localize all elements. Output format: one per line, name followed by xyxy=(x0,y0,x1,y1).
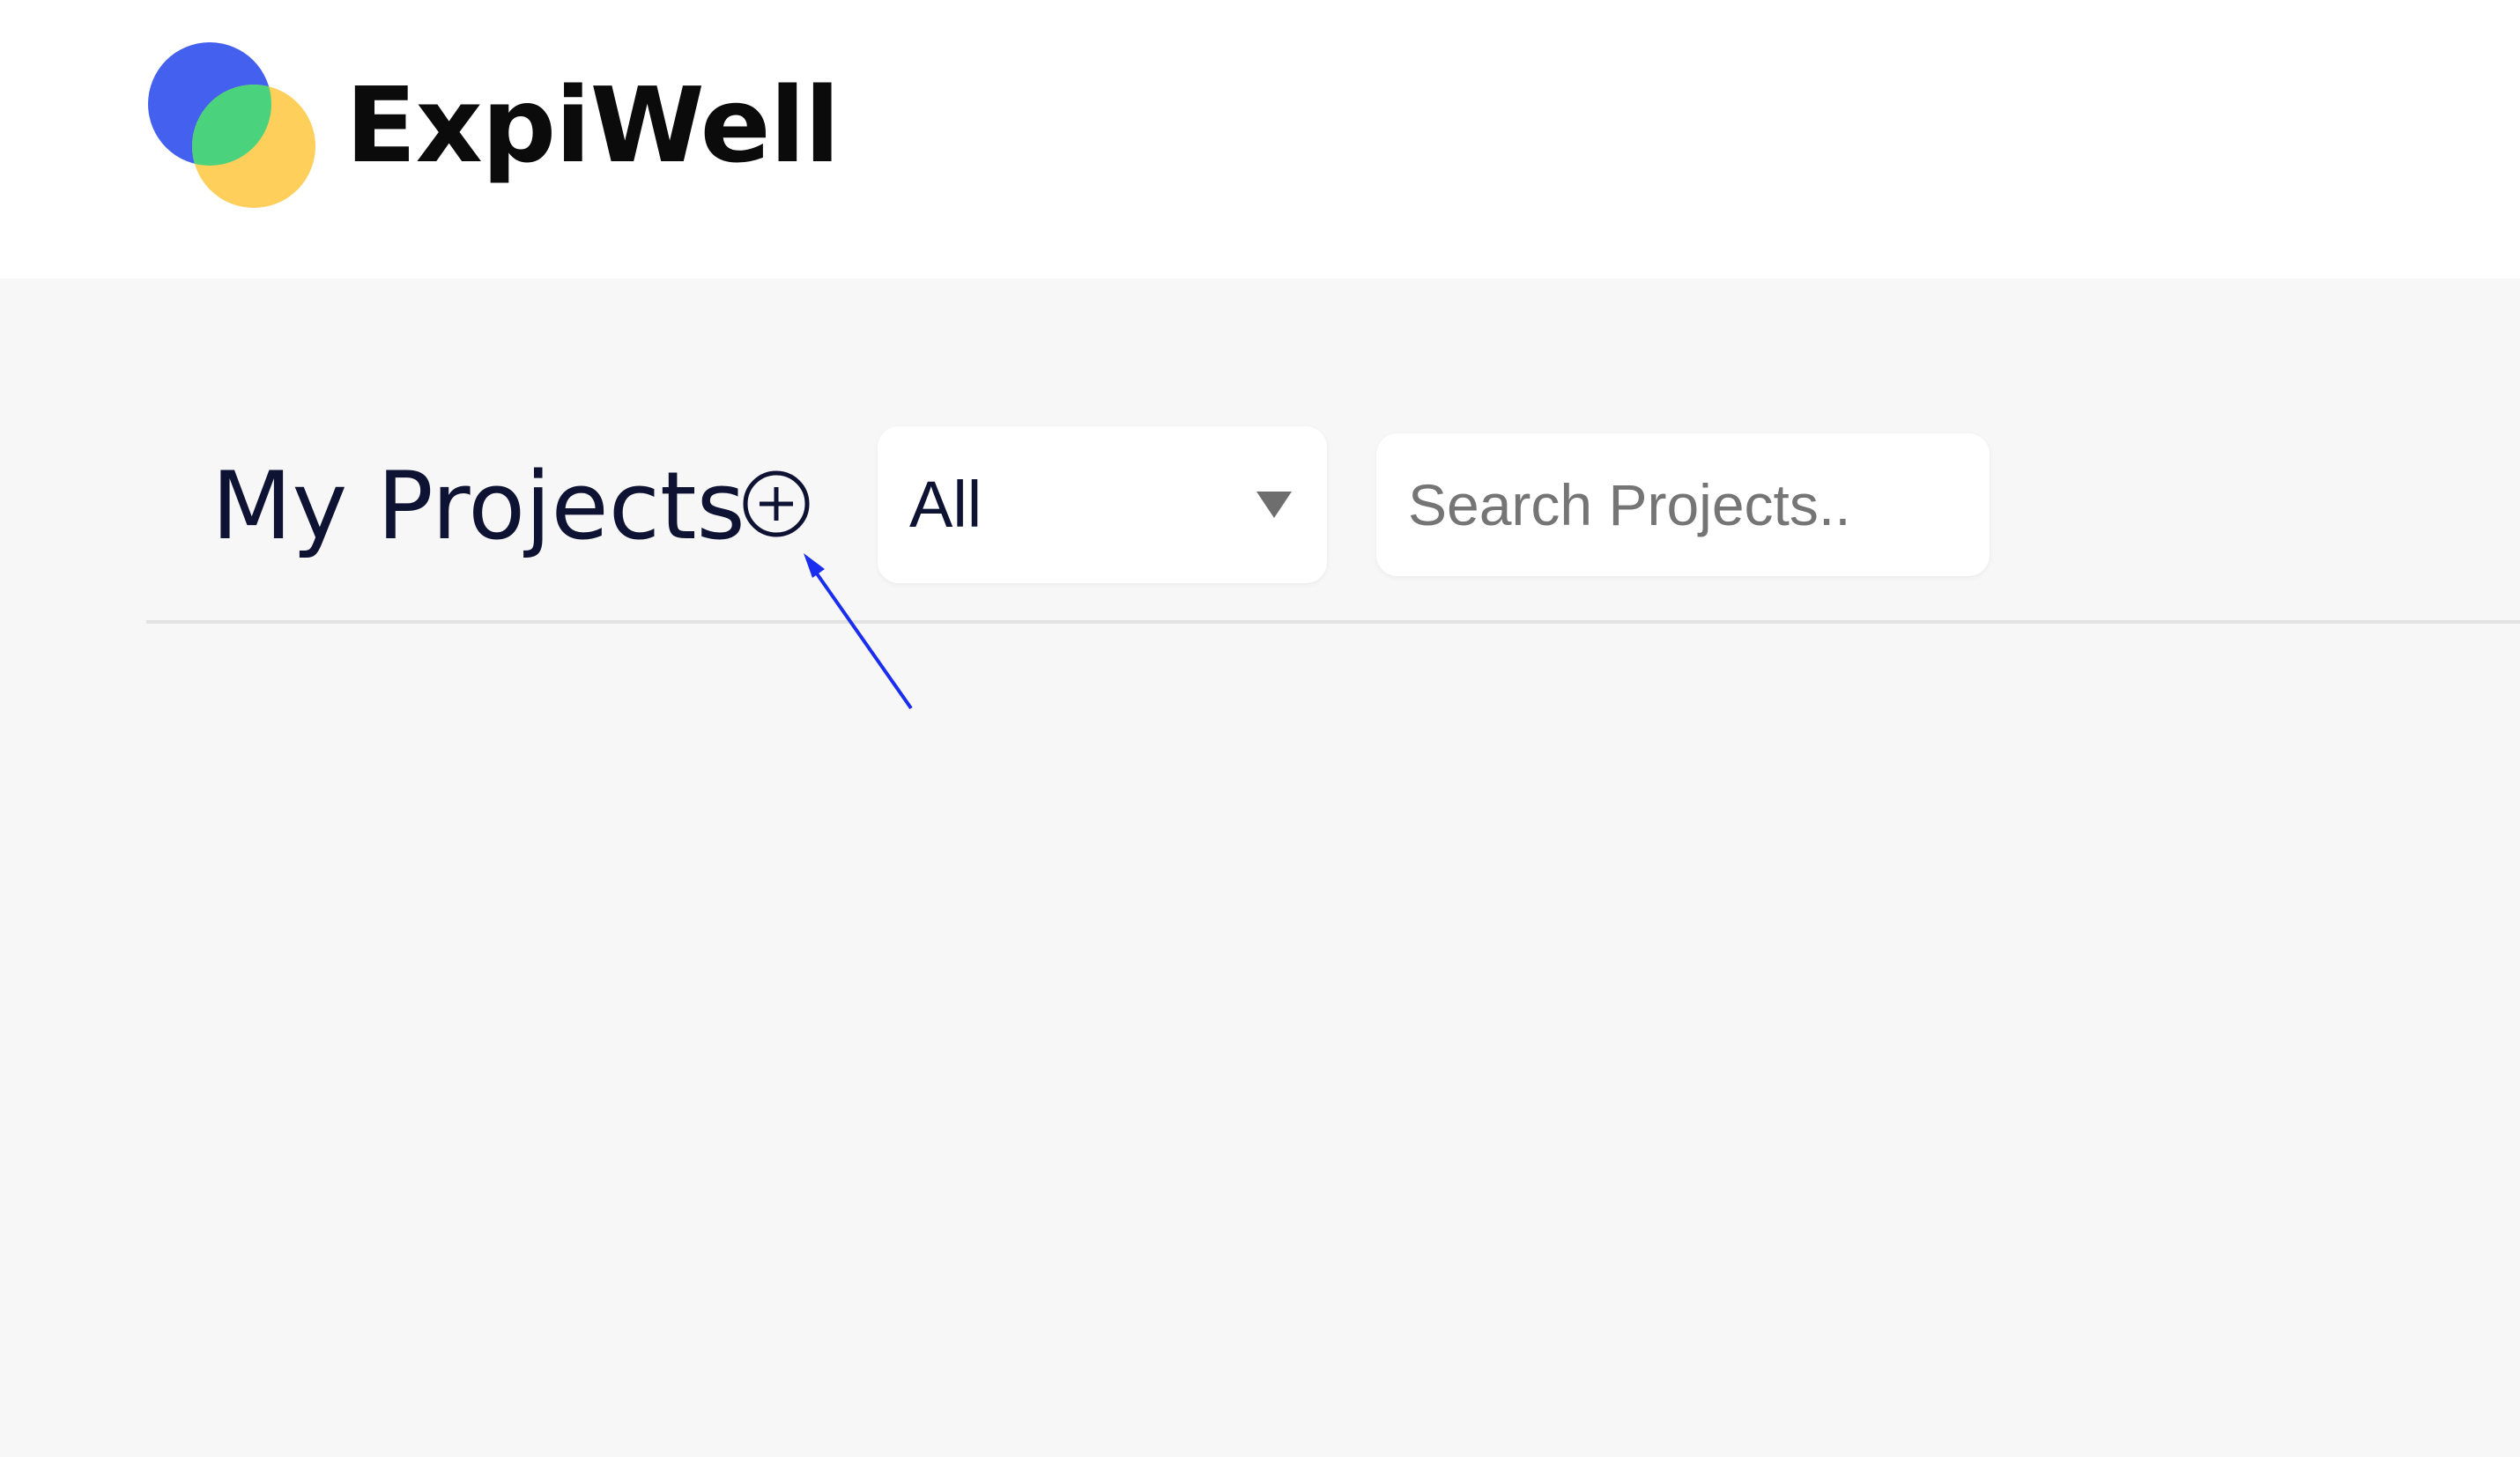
annotation-arrow-icon xyxy=(804,553,913,710)
brand-name[interactable]: ExpiWell xyxy=(345,63,841,187)
logo-icon xyxy=(148,42,315,208)
page-title: My Projects xyxy=(211,452,745,560)
header-divider xyxy=(146,620,2520,624)
add-project-button[interactable] xyxy=(742,470,811,538)
filter-selected-value: All xyxy=(909,468,982,541)
project-filter-select[interactable]: All xyxy=(878,426,1327,583)
app-header: ExpiWell xyxy=(0,0,2520,278)
search-projects-box[interactable] xyxy=(1376,433,1990,576)
search-projects-input[interactable] xyxy=(1408,433,1954,576)
caret-down-icon xyxy=(1256,492,1292,518)
